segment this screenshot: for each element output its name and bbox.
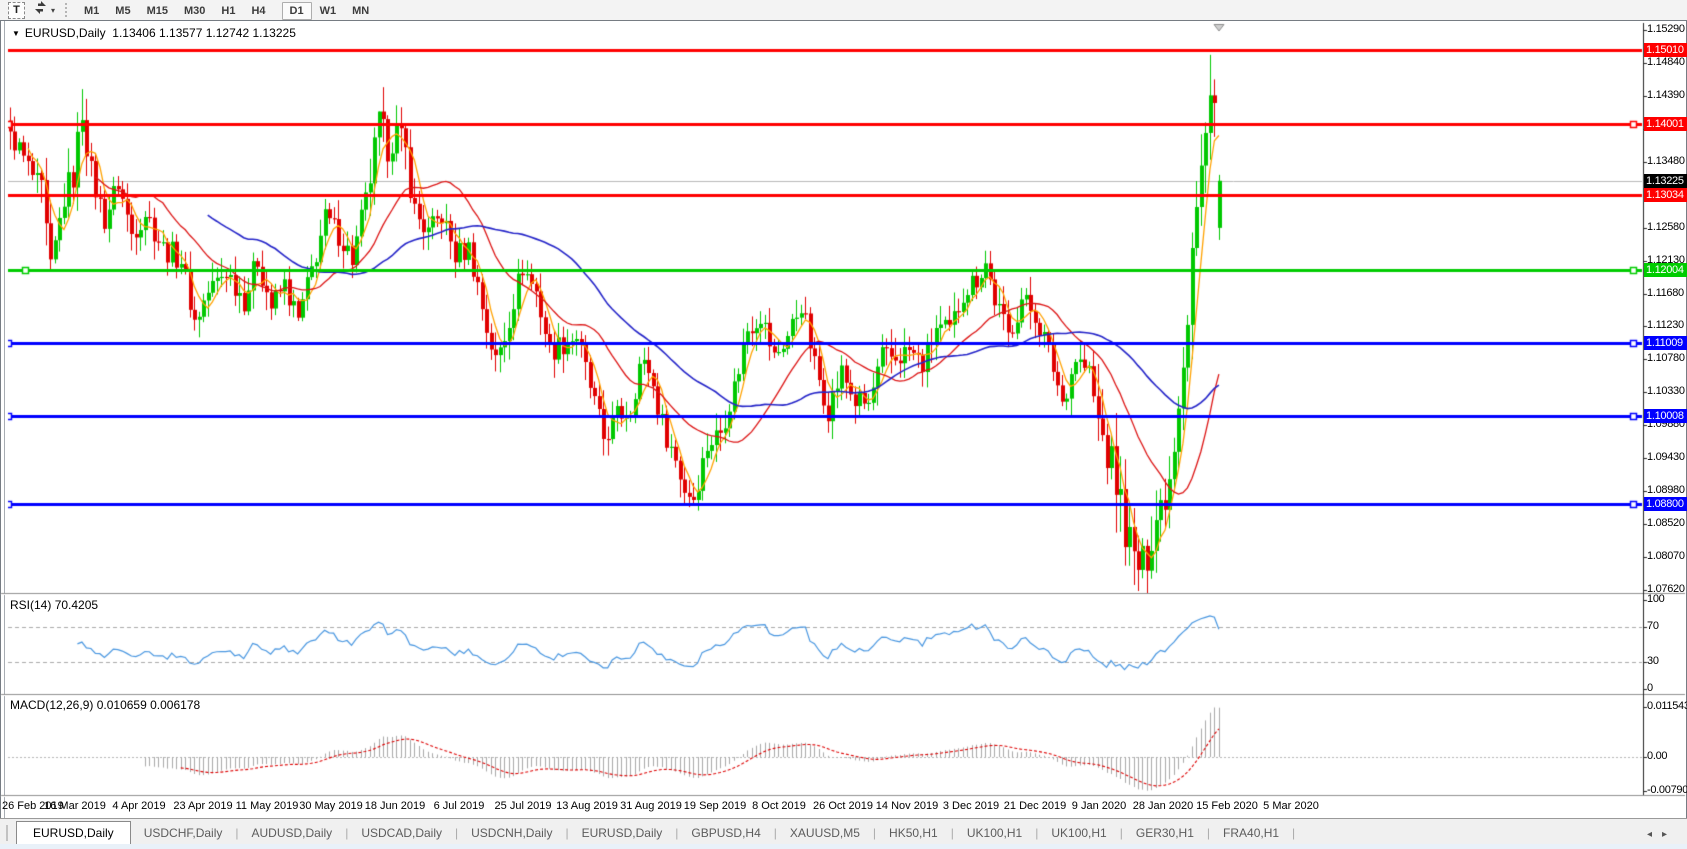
time-axis-label: 16 Mar 2019 bbox=[44, 799, 106, 813]
time-axis-label: 6 Jul 2019 bbox=[434, 799, 485, 813]
ohlc-close: 1.13225 bbox=[252, 26, 295, 40]
chart-tab-bar: EURUSD,DailyUSDCHF,Daily|AUDUSD,Daily|US… bbox=[0, 818, 1687, 845]
chart-tab-usdcad-daily[interactable]: USDCAD,Daily bbox=[348, 822, 455, 845]
chart-tab-audusd-daily[interactable]: AUDUSD,Daily bbox=[239, 822, 346, 845]
current-price-badge: 1.13225 bbox=[1644, 174, 1687, 188]
ohlc-high: 1.13577 bbox=[159, 26, 202, 40]
time-axis-label: 31 Aug 2019 bbox=[620, 799, 682, 813]
price-line-badge: 1.10008 bbox=[1644, 409, 1687, 423]
price-line-badge: 1.15010 bbox=[1644, 43, 1687, 57]
time-axis-label: 14 Nov 2019 bbox=[876, 799, 938, 813]
chart-tab-fra40-h1[interactable]: FRA40,H1 bbox=[1210, 822, 1292, 845]
one-click-collapse-icon[interactable]: ▼ bbox=[12, 29, 20, 38]
chart-symbol-label: EURUSD,Daily bbox=[25, 26, 106, 40]
price-axis-tick: 1.08520 bbox=[1647, 517, 1687, 530]
rsi-axis-tick: 100 bbox=[1647, 593, 1687, 606]
time-axis-label: 15 Feb 2020 bbox=[1196, 799, 1258, 813]
macd-axis-tick: -0.007908 bbox=[1647, 784, 1687, 797]
tab-separator: | bbox=[1292, 826, 1295, 845]
chart-tab-uk100-h1[interactable]: UK100,H1 bbox=[954, 822, 1035, 845]
rsi-axis-tick: 30 bbox=[1647, 655, 1687, 668]
price-line-badge: 1.12004 bbox=[1644, 263, 1687, 277]
price-axis-tick: 1.11230 bbox=[1647, 319, 1687, 332]
chart-tab-xauusd-m5[interactable]: XAUUSD,M5 bbox=[777, 822, 873, 845]
price-axis-tick: 1.15290 bbox=[1647, 23, 1687, 36]
rsi-axis-tick: 70 bbox=[1647, 620, 1687, 633]
chart-tab-hk50-h1[interactable]: HK50,H1 bbox=[876, 822, 951, 845]
price-line-badge: 1.08800 bbox=[1644, 497, 1687, 511]
price-axis-tick: 1.14390 bbox=[1647, 89, 1687, 102]
chart-tab-eurusd-daily[interactable]: EURUSD,Daily bbox=[16, 821, 131, 846]
price-axis-tick: 1.08980 bbox=[1647, 484, 1687, 497]
price-axis-tick: 1.13480 bbox=[1647, 155, 1687, 168]
macd-indicator-label: MACD(12,26,9) 0.010659 0.006178 bbox=[10, 698, 200, 712]
chart-tab-gbpusd-h4[interactable]: GBPUSD,H4 bbox=[678, 822, 773, 845]
price-axis-tick: 1.10330 bbox=[1647, 385, 1687, 398]
price-axis-tick: 1.09430 bbox=[1647, 451, 1687, 464]
time-axis-label: 23 Apr 2019 bbox=[173, 799, 232, 813]
macd-axis-tick: 0.00 bbox=[1647, 750, 1687, 763]
price-axis-tick: 1.14840 bbox=[1647, 56, 1687, 69]
time-axis-label: 8 Oct 2019 bbox=[752, 799, 806, 813]
chart-header: ▼ EURUSD,Daily 1.13406 1.13577 1.12742 1.… bbox=[12, 26, 296, 40]
time-axis-label: 5 Mar 2020 bbox=[1263, 799, 1319, 813]
time-axis-label: 19 Sep 2019 bbox=[684, 799, 746, 813]
rsi-axis-tick: 0 bbox=[1647, 682, 1687, 695]
time-axis-label: 11 May 2019 bbox=[236, 799, 299, 813]
ohlc-low: 1.12742 bbox=[206, 26, 249, 40]
tab-scroll-arrows[interactable]: ◂▸ bbox=[1647, 829, 1677, 840]
time-axis-label: 28 Jan 2020 bbox=[1133, 799, 1194, 813]
chart-tab-uk100-h1[interactable]: UK100,H1 bbox=[1038, 822, 1119, 845]
time-axis-label: 4 Apr 2019 bbox=[112, 799, 165, 813]
time-axis-label: 13 Aug 2019 bbox=[556, 799, 618, 813]
window-edge-strip bbox=[0, 844, 1687, 849]
chart-tab-ger30-h1[interactable]: GER30,H1 bbox=[1123, 822, 1207, 845]
time-axis-label: 30 May 2019 bbox=[299, 799, 363, 813]
chart-tab-usdcnh-daily[interactable]: USDCNH,Daily bbox=[458, 822, 565, 845]
time-axis-label: 26 Oct 2019 bbox=[813, 799, 873, 813]
chart-tab-usdchf-daily[interactable]: USDCHF,Daily bbox=[131, 822, 236, 845]
macd-axis-tick: 0.011543 bbox=[1647, 700, 1687, 713]
time-axis-label: 21 Dec 2019 bbox=[1004, 799, 1066, 813]
price-axis-tick: 1.11680 bbox=[1647, 287, 1687, 300]
price-line-badge: 1.11009 bbox=[1644, 336, 1687, 350]
price-line-badge: 1.13034 bbox=[1644, 188, 1687, 202]
time-axis-label: 18 Jun 2019 bbox=[365, 799, 426, 813]
rsi-indicator-label: RSI(14) 70.4205 bbox=[10, 598, 98, 612]
price-axis-tick: 1.12580 bbox=[1647, 221, 1687, 234]
price-axis-tick: 1.10780 bbox=[1647, 352, 1687, 365]
chart-tab-eurusd-daily[interactable]: EURUSD,Daily bbox=[569, 822, 676, 845]
time-axis-label: 9 Jan 2020 bbox=[1072, 799, 1126, 813]
time-axis-label: 3 Dec 2019 bbox=[943, 799, 999, 813]
terminal-window: T ▾ M1M5M15M30H1H4D1W1MN ▼EURUSD,Daily 1… bbox=[0, 0, 1687, 849]
time-axis-label: 25 Jul 2019 bbox=[495, 799, 552, 813]
ohlc-open: 1.13406 bbox=[112, 26, 155, 40]
tabbar-grip bbox=[6, 825, 12, 841]
price-line-badge: 1.14001 bbox=[1644, 117, 1687, 131]
price-axis-tick: 1.08070 bbox=[1647, 550, 1687, 563]
chart-canvas[interactable] bbox=[0, 0, 1687, 849]
